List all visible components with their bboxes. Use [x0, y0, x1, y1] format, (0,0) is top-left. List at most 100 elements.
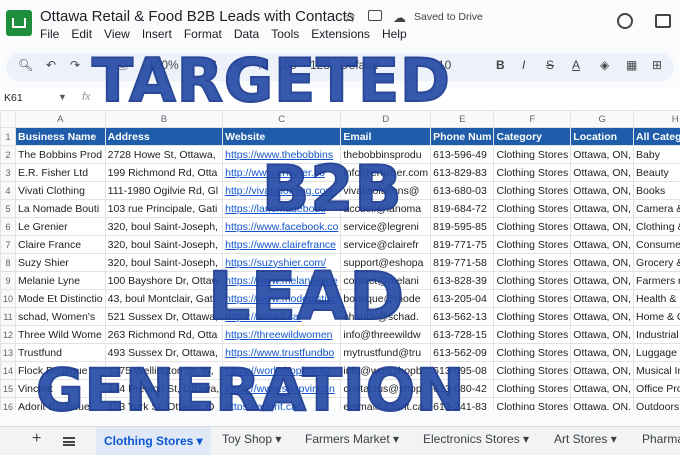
cell[interactable]: 103 rue Principale, Gati	[105, 200, 222, 218]
cell[interactable]: Clothing Stores	[494, 254, 571, 272]
cell[interactable]: 521 Sussex Dr, Ottawa,	[105, 308, 222, 326]
cell[interactable]: Clothing Stores	[494, 380, 571, 398]
row-number[interactable]: 8	[1, 254, 16, 272]
cell[interactable]: 263 Richmond Rd, Otta	[105, 326, 222, 344]
row-number[interactable]: 15	[1, 380, 16, 398]
sheet-tab-electronics-stores[interactable]: Electronics Stores ▾	[423, 432, 529, 446]
cell[interactable]: Three Wild Wome	[16, 326, 106, 344]
menu-tools[interactable]: Tools	[271, 27, 299, 41]
column-header[interactable]: F	[494, 111, 571, 128]
cell[interactable]: Ottawa, ON,	[571, 398, 634, 411]
cell[interactable]: Ottawa, ON,	[571, 200, 634, 218]
header-cell[interactable]: Location	[571, 128, 634, 146]
cell[interactable]: Beauty	[634, 164, 680, 182]
borders-icon[interactable]: ▦	[626, 58, 637, 72]
move-folder-icon[interactable]	[368, 10, 382, 21]
sheet-tab-clothing-stores[interactable]: Clothing Stores ▾	[96, 427, 211, 455]
row-number[interactable]: 2	[1, 146, 16, 164]
cell[interactable]: The Bobbins Prod	[16, 146, 106, 164]
cell[interactable]: service@clairefr	[341, 236, 431, 254]
cell[interactable]: Claire France	[16, 236, 106, 254]
row-number[interactable]: 10	[1, 290, 16, 308]
cell[interactable]: 43, boul Montclair, Gati	[105, 290, 222, 308]
merge-cells-icon[interactable]: ⊞	[652, 58, 662, 72]
search-menus-icon[interactable]: 🔍︎	[18, 58, 33, 72]
sheet-tab-pharma[interactable]: Pharma	[642, 432, 680, 446]
cell[interactable]: Clothing Stores	[494, 146, 571, 164]
add-sheet-icon[interactable]: +	[32, 430, 41, 448]
cell[interactable]: Le Grenier	[16, 218, 106, 236]
cell[interactable]: Clothing Stores	[494, 362, 571, 380]
row-number[interactable]: 6	[1, 218, 16, 236]
header-cell[interactable]: Address	[105, 128, 222, 146]
menu-help[interactable]: Help	[382, 27, 407, 41]
italic-button[interactable]: I	[522, 58, 525, 72]
bold-button[interactable]: B	[496, 58, 505, 72]
cell[interactable]: Industrial & Scie	[634, 326, 680, 344]
fill-color-icon[interactable]: ◈	[600, 58, 609, 72]
cell[interactable]: Office Products	[634, 380, 680, 398]
cell[interactable]: 320, boul Saint-Joseph,	[105, 254, 222, 272]
cell[interactable]: Clothing Stores	[494, 164, 571, 182]
cell[interactable]: Mode Et Distinctio	[16, 290, 106, 308]
cell[interactable]: 199 Richmond Rd, Otta	[105, 164, 222, 182]
cell[interactable]: Clothing Stores	[494, 398, 571, 411]
cell[interactable]: Ottawa, ON,	[571, 362, 634, 380]
cell[interactable]: 111-1980 Ogilvie Rd, Gl	[105, 182, 222, 200]
cell[interactable]: Ottawa, ON,	[571, 308, 634, 326]
cell[interactable]: Ottawa, ON,	[571, 236, 634, 254]
row-number[interactable]: 3	[1, 164, 16, 182]
cell[interactable]: 100 Bayshore Dr, Ottaw	[105, 272, 222, 290]
cell[interactable]: Clothing Stores	[494, 326, 571, 344]
cell[interactable]: Ottawa, ON,	[571, 218, 634, 236]
cell[interactable]: Ottawa, ON,	[571, 380, 634, 398]
cell[interactable]: Farmers market	[634, 272, 680, 290]
cell[interactable]: Camera & Photo	[634, 200, 680, 218]
cell[interactable]: 819-771-75	[431, 236, 494, 254]
column-header[interactable]: H	[634, 111, 680, 128]
row-number[interactable]: 7	[1, 236, 16, 254]
cell[interactable]: 613-562-13	[431, 308, 494, 326]
row-number[interactable]: 14	[1, 362, 16, 380]
cell[interactable]: Ottawa, ON,	[571, 146, 634, 164]
cell[interactable]: Melanie Lyne	[16, 272, 106, 290]
cell[interactable]: 320, boul Saint-Joseph,	[105, 218, 222, 236]
name-box-dropdown-icon[interactable]: ▼	[58, 92, 67, 102]
header-cell[interactable]: Phone Num	[431, 128, 494, 146]
cell[interactable]: Vivati Clothing	[16, 182, 106, 200]
cell[interactable]: 819-595-85	[431, 218, 494, 236]
menu-format[interactable]: Format	[184, 27, 222, 41]
cell[interactable]: 613-680-03	[431, 182, 494, 200]
sheets-logo-icon[interactable]	[6, 10, 32, 36]
cell[interactable]: 2728 Howe St, Ottawa,	[105, 146, 222, 164]
sheet-tab-toy-shop[interactable]: Toy Shop ▾	[222, 432, 281, 446]
undo-icon[interactable]: ↶	[46, 58, 56, 72]
cell[interactable]: Ottawa, ON,	[571, 290, 634, 308]
cell[interactable]: Books	[634, 182, 680, 200]
sheet-tab-farmers-market[interactable]: Farmers Market ▾	[305, 432, 399, 446]
cell[interactable]: Clothing Stores	[494, 218, 571, 236]
menu-view[interactable]: View	[104, 27, 130, 41]
header-cell[interactable]: Business Name	[16, 128, 106, 146]
strikethrough-button[interactable]: S	[546, 58, 554, 72]
cell[interactable]: Consumer Elect	[634, 236, 680, 254]
cell[interactable]: 819-771-58	[431, 254, 494, 272]
cell[interactable]: 320, boul Saint-Joseph,	[105, 236, 222, 254]
row-number[interactable]: 13	[1, 344, 16, 362]
cell[interactable]: Ottawa, ON,	[571, 344, 634, 362]
website-link-cell[interactable]: https://www.clairefrance	[223, 236, 341, 254]
row-number[interactable]: 4	[1, 182, 16, 200]
menu-file[interactable]: File	[40, 27, 59, 41]
cell[interactable]: Luggage & Trav	[634, 344, 680, 362]
cell[interactable]: Clothing Stores	[494, 290, 571, 308]
header-cell[interactable]: All Categories	[634, 128, 680, 146]
cell[interactable]: Musical Instrum	[634, 362, 680, 380]
cell[interactable]: Health & Person	[634, 290, 680, 308]
cell[interactable]: Suzy Shier	[16, 254, 106, 272]
name-box[interactable]: K61	[4, 92, 23, 104]
cell[interactable]: 613-205-04	[431, 290, 494, 308]
comments-icon[interactable]	[655, 14, 671, 28]
cell[interactable]: 613-728-15	[431, 326, 494, 344]
header-cell[interactable]: Website	[223, 128, 341, 146]
cell[interactable]: Ottawa, ON,	[571, 326, 634, 344]
